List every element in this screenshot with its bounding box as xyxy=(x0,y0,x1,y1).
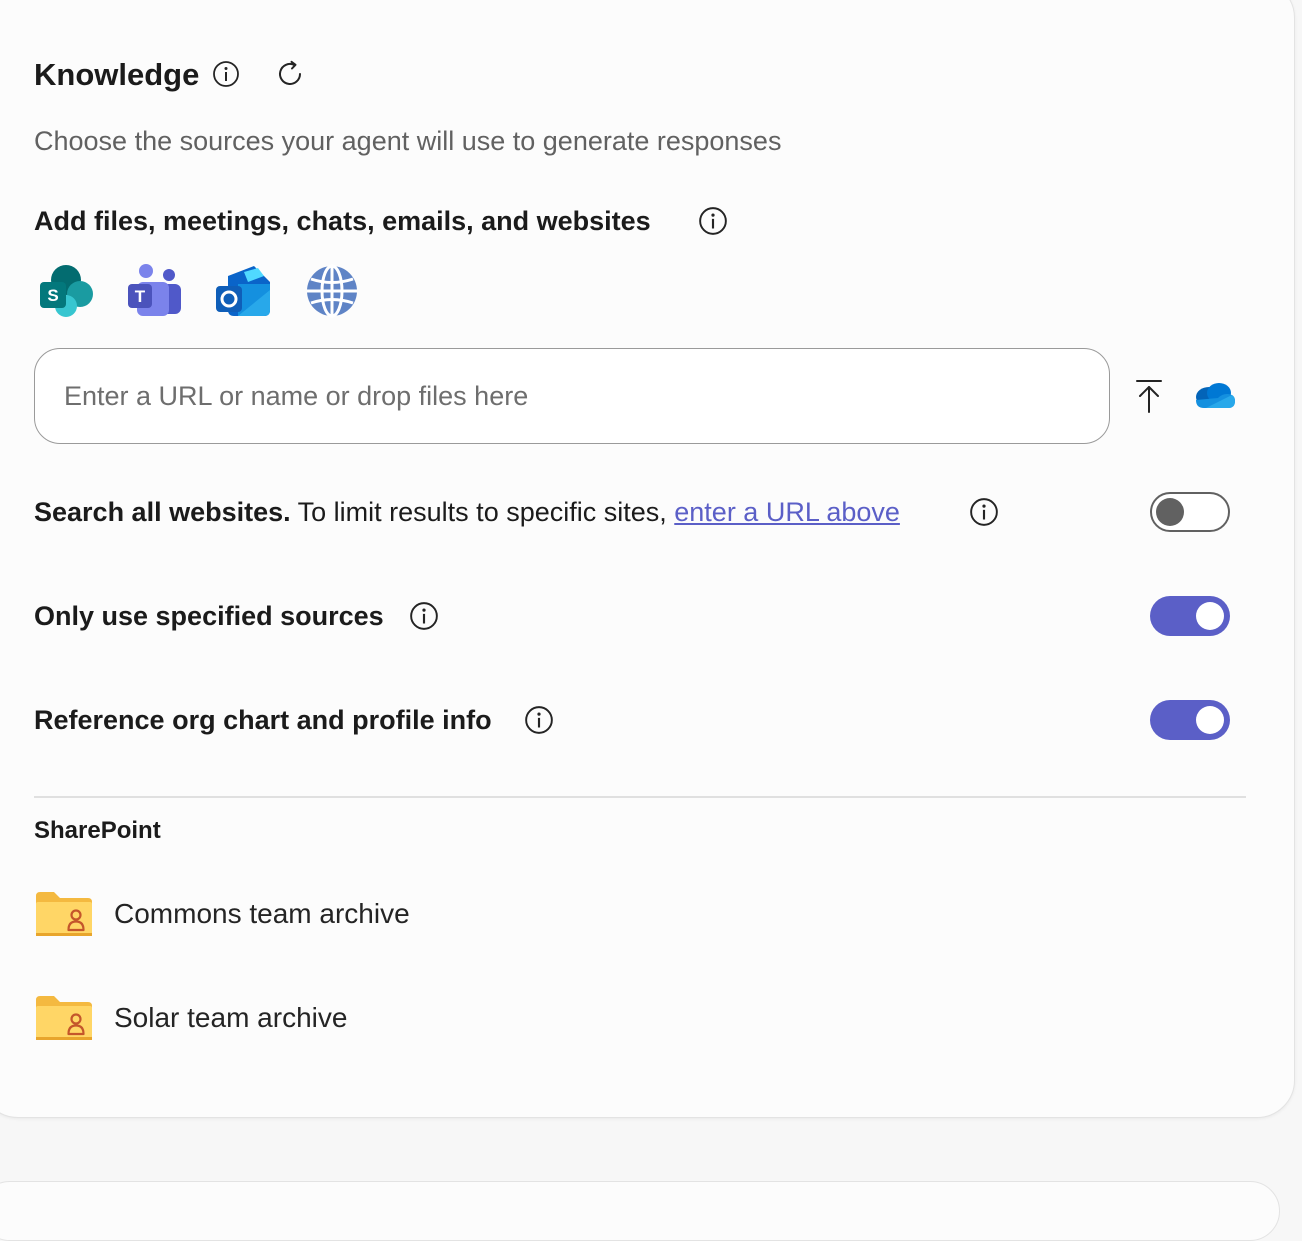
page-title: Knowledge xyxy=(34,57,200,92)
toggle-knob xyxy=(1196,602,1224,630)
upload-icon[interactable] xyxy=(1134,378,1164,419)
org-chart-label: Reference org chart and profile info xyxy=(34,705,492,735)
divider xyxy=(34,796,1246,798)
only-specified-label: Only use specified sources xyxy=(34,601,384,631)
info-icon[interactable] xyxy=(698,206,728,236)
onedrive-icon[interactable] xyxy=(1192,380,1236,415)
list-item[interactable]: Commons team archive xyxy=(34,884,410,944)
info-icon[interactable] xyxy=(524,705,554,735)
search-websites-bold: Search all websites. xyxy=(34,497,291,527)
info-icon[interactable] xyxy=(409,601,439,631)
sharepoint-icon[interactable]: S xyxy=(36,262,94,320)
enter-url-link[interactable]: enter a URL above xyxy=(674,497,900,527)
page-subtitle: Choose the sources your agent will use t… xyxy=(34,126,782,156)
teams-icon[interactable]: T xyxy=(125,262,183,320)
url-input[interactable] xyxy=(34,348,1110,444)
search-websites-toggle[interactable] xyxy=(1150,492,1230,532)
toggle-knob xyxy=(1156,498,1184,526)
outlook-icon[interactable] xyxy=(214,262,272,320)
folder-label: Commons team archive xyxy=(114,898,410,929)
add-sources-heading: Add files, meetings, chats, emails, and … xyxy=(34,206,651,236)
org-chart-toggle[interactable] xyxy=(1150,700,1230,740)
list-item[interactable]: Solar team archive xyxy=(34,988,347,1048)
knowledge-card xyxy=(0,0,1295,1118)
next-card xyxy=(0,1181,1280,1241)
svg-text:S: S xyxy=(47,286,58,305)
search-websites-desc: To limit results to specific sites, xyxy=(290,497,675,527)
info-icon[interactable] xyxy=(969,497,999,527)
info-icon[interactable] xyxy=(212,60,240,88)
search-websites-text: Search all websites. To limit results to… xyxy=(34,495,900,529)
shared-folder-icon xyxy=(36,892,92,936)
svg-text:T: T xyxy=(135,287,146,306)
only-specified-toggle[interactable] xyxy=(1150,596,1230,636)
folder-label: Solar team archive xyxy=(114,1002,348,1033)
globe-icon[interactable] xyxy=(303,262,361,320)
sharepoint-heading: SharePoint xyxy=(34,817,161,844)
refresh-icon[interactable] xyxy=(274,58,306,90)
shared-folder-icon xyxy=(36,996,92,1040)
toggle-knob xyxy=(1196,706,1224,734)
